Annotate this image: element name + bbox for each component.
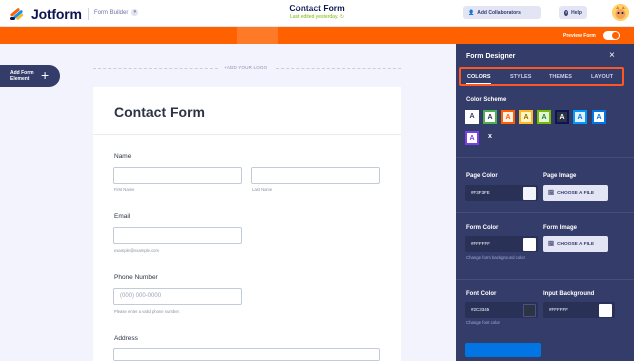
swatch-letter: A bbox=[469, 135, 475, 142]
color-scheme-swatch-6[interactable]: A bbox=[555, 110, 569, 124]
form-color-value: #FFFFFF bbox=[471, 241, 490, 246]
help-icon: ? bbox=[564, 9, 569, 16]
first-name-input[interactable] bbox=[113, 167, 242, 184]
form-color-label: Form Color bbox=[466, 225, 499, 231]
swatch-letter: A bbox=[596, 114, 602, 121]
phone-input[interactable]: (000) 000-0000 bbox=[113, 288, 242, 305]
tab-themes[interactable]: THEMES bbox=[549, 74, 572, 80]
add-collaborators-button[interactable]: 👤 Add Collaborators bbox=[463, 6, 541, 19]
input-background-label: Input Background bbox=[543, 291, 595, 297]
section-divider bbox=[456, 212, 634, 213]
color-scheme-clear-button[interactable]: x bbox=[483, 131, 497, 145]
section-divider bbox=[456, 279, 634, 280]
swatch-letter: A bbox=[577, 114, 583, 121]
last-name-hint: Last Name bbox=[252, 187, 273, 192]
page-color-label: Page Color bbox=[466, 173, 498, 179]
color-scheme-swatch-9[interactable]: A bbox=[465, 131, 479, 145]
email-hint: example@example.com bbox=[114, 248, 159, 253]
font-color-label: Font Color bbox=[466, 291, 497, 297]
add-form-element-label: Add Form Element bbox=[10, 70, 34, 82]
image-icon: 🖼 bbox=[548, 241, 555, 247]
email-input[interactable] bbox=[113, 227, 242, 244]
swatch-letter: A bbox=[559, 114, 565, 121]
name-label: Name bbox=[114, 153, 132, 160]
preview-form-label: Preview Form bbox=[563, 33, 596, 39]
swatch-letter: A bbox=[505, 114, 511, 121]
advanced-designer-button[interactable] bbox=[465, 343, 541, 357]
first-name-hint: First Name bbox=[114, 187, 135, 192]
color-scheme-swatch-3[interactable]: A bbox=[501, 110, 515, 124]
swatch-letter: A bbox=[487, 114, 493, 121]
tab-styles[interactable]: STYLES bbox=[510, 74, 531, 80]
logo-text: Jotform bbox=[31, 6, 82, 22]
page-image-choose-button[interactable]: 🖼 CHOOSE A FILE bbox=[543, 185, 608, 201]
color-scheme-label: Color Scheme bbox=[466, 97, 507, 103]
email-label: Email bbox=[114, 213, 131, 220]
avatar[interactable] bbox=[612, 4, 629, 21]
swatch-letter: A bbox=[523, 114, 529, 121]
font-color-chip[interactable] bbox=[523, 304, 536, 317]
font-color-value: #2C3345 bbox=[471, 307, 490, 312]
tab-publish[interactable]: PUBLISH bbox=[351, 5, 377, 11]
color-scheme-swatch-5[interactable]: A bbox=[537, 110, 551, 124]
tab-layout[interactable]: LAYOUT bbox=[591, 74, 613, 80]
image-icon: 🖼 bbox=[548, 190, 555, 196]
page-color-chip[interactable] bbox=[523, 187, 536, 200]
add-form-element-button[interactable]: Add Form Element + bbox=[0, 65, 60, 87]
close-icon[interactable]: × bbox=[609, 50, 615, 61]
font-color-hint: Change font color bbox=[466, 320, 500, 325]
page-image-label: Page Image bbox=[543, 173, 577, 179]
user-icon: 👤 bbox=[468, 9, 475, 16]
form-image-label: Form Image bbox=[543, 225, 578, 231]
form-color-hint: Change form background color bbox=[466, 255, 525, 260]
heading-divider bbox=[93, 134, 401, 135]
form-card: Contact Form Name First Name Last Name E… bbox=[93, 87, 401, 361]
color-scheme-swatch-1[interactable]: A bbox=[465, 110, 479, 124]
form-heading[interactable]: Contact Form bbox=[114, 104, 205, 120]
help-button[interactable]: ? Help bbox=[559, 6, 587, 19]
form-builder-label: Form Builder bbox=[94, 9, 129, 16]
builder-nav-bar bbox=[0, 27, 456, 44]
address-label: Address bbox=[114, 335, 138, 342]
chevron-down-icon: ▾ bbox=[131, 9, 139, 16]
header-divider bbox=[88, 8, 89, 20]
swatch-letter: A bbox=[541, 114, 547, 121]
form-color-chip[interactable] bbox=[523, 238, 536, 251]
clear-icon: x bbox=[488, 133, 492, 140]
tab-settings[interactable]: SETTINGS bbox=[292, 5, 322, 11]
phone-placeholder: (000) 000-0000 bbox=[120, 293, 162, 299]
color-scheme-swatch-2[interactable]: A bbox=[483, 110, 497, 124]
phone-label: Phone Number bbox=[114, 274, 158, 281]
phone-hint: Please enter a valid phone number. bbox=[114, 309, 180, 314]
tab-build[interactable]: BUILD bbox=[249, 5, 267, 11]
address-input[interactable] bbox=[113, 348, 380, 361]
add-logo-link[interactable]: +ADD YOUR LOGO bbox=[224, 65, 267, 70]
last-name-input[interactable] bbox=[251, 167, 380, 184]
page-color-value: #F3F3FE bbox=[471, 190, 490, 195]
active-tab-underline bbox=[466, 83, 491, 84]
add-collaborators-label: Add Collaborators bbox=[477, 9, 521, 16]
form-designer-title: Form Designer bbox=[466, 53, 516, 60]
form-builder-dropdown[interactable]: Form Builder ▾ bbox=[94, 9, 139, 16]
form-image-choose-button[interactable]: 🖼 CHOOSE A FILE bbox=[543, 236, 608, 252]
toggle-knob bbox=[612, 32, 619, 39]
tab-colors[interactable]: COLORS bbox=[467, 74, 491, 80]
choose-file-label: CHOOSE A FILE bbox=[557, 190, 595, 196]
input-background-chip[interactable] bbox=[599, 304, 612, 317]
jotform-logo[interactable]: Jotform bbox=[8, 6, 82, 22]
preview-form-toggle[interactable] bbox=[603, 31, 620, 40]
jotform-logo-icon bbox=[8, 7, 28, 21]
swatch-letter: A bbox=[469, 113, 475, 120]
help-label: Help bbox=[571, 9, 582, 16]
logo-dash-right bbox=[276, 68, 401, 69]
color-scheme-swatch-4[interactable]: A bbox=[519, 110, 533, 124]
plus-icon: + bbox=[41, 67, 50, 83]
logo-dash-left bbox=[93, 68, 218, 69]
section-divider bbox=[456, 157, 634, 158]
input-background-value: #FFFFFF bbox=[549, 307, 568, 312]
build-tab-highlight bbox=[237, 27, 278, 44]
color-scheme-swatch-8[interactable]: A bbox=[592, 110, 606, 124]
choose-file-label: CHOOSE A FILE bbox=[557, 241, 595, 247]
color-scheme-swatch-7[interactable]: A bbox=[573, 110, 587, 124]
